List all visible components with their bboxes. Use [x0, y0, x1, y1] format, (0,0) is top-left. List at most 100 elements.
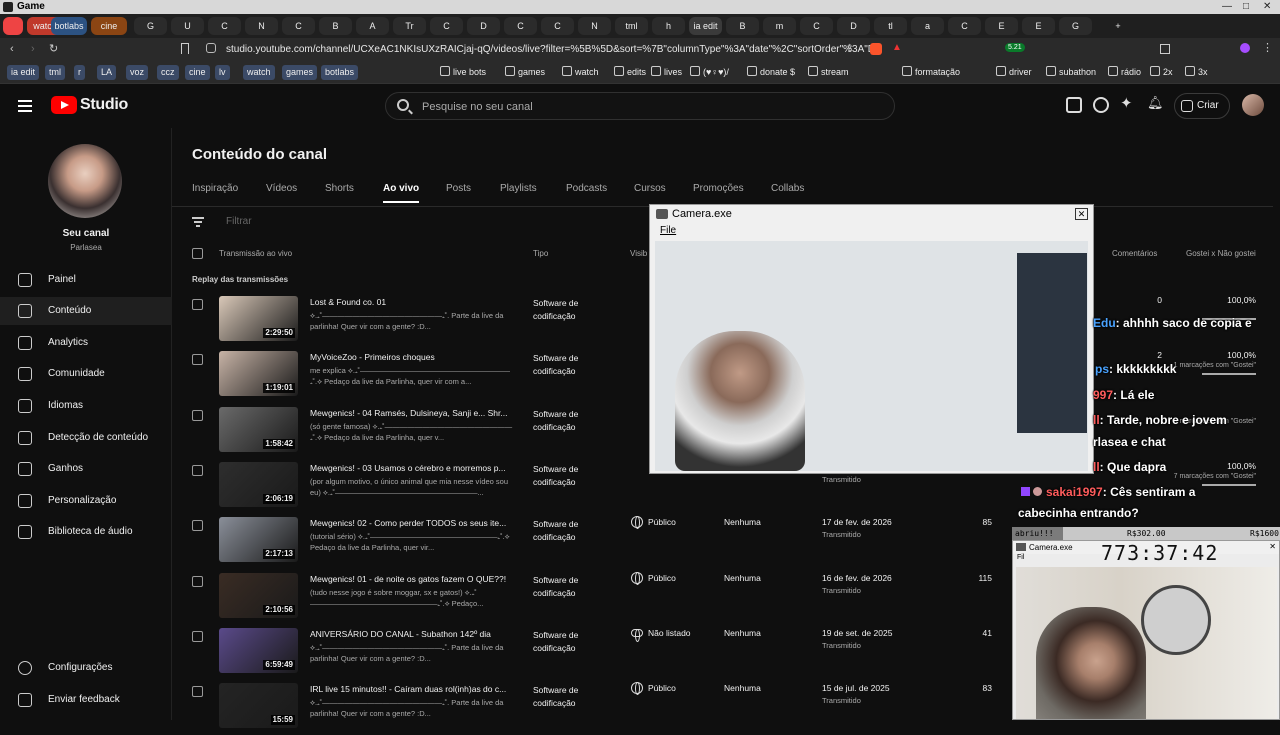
- filter-icon[interactable]: [192, 217, 204, 227]
- sidebar-item-dashboard[interactable]: Painel: [0, 266, 172, 294]
- video-thumbnail[interactable]: 15:59: [219, 683, 298, 729]
- tab-6[interactable]: Podcasts: [566, 183, 607, 194]
- bookmark-item[interactable]: driver: [996, 65, 1032, 80]
- menu-icon[interactable]: ⋮: [1262, 41, 1273, 54]
- create-button[interactable]: Criar: [1174, 93, 1230, 119]
- account-avatar[interactable]: [1242, 94, 1264, 116]
- bookmark-item[interactable]: 3x: [1185, 65, 1208, 80]
- sidebar-item-feedback[interactable]: Enviar feedback: [0, 686, 172, 714]
- video-thumbnail[interactable]: 1:58:42: [219, 406, 298, 452]
- reload-icon[interactable]: ↻: [49, 42, 58, 55]
- close-icon[interactable]: ✕: [1075, 208, 1088, 220]
- column-header-type[interactable]: Tipo: [533, 249, 548, 258]
- forward-icon[interactable]: ›: [31, 43, 35, 55]
- video-title[interactable]: Lost & Found co. 01: [310, 297, 515, 307]
- browser-tab[interactable]: C: [948, 17, 981, 35]
- browser-tab[interactable]: A: [356, 17, 389, 35]
- bookmark-icon[interactable]: [181, 43, 189, 54]
- browser-tab[interactable]: N: [578, 17, 611, 35]
- tab-0[interactable]: Inspiração: [192, 183, 238, 194]
- sidebar-item-subtitles[interactable]: Idiomas: [0, 392, 172, 420]
- video-thumbnail[interactable]: 1:19:01: [219, 351, 298, 397]
- bookmark-item[interactable]: donate $: [747, 65, 795, 80]
- column-header-comments[interactable]: Comentários: [1112, 249, 1157, 258]
- tab-8[interactable]: Promoções: [693, 183, 744, 194]
- browser-tab[interactable]: B: [726, 17, 759, 35]
- video-title[interactable]: Mewgenics! - 03 Usamos o cérebro e morre…: [310, 463, 515, 473]
- browser-tab[interactable]: C: [800, 17, 833, 35]
- bookmark-item[interactable]: lives: [651, 65, 682, 80]
- browser-tab[interactable]: E: [985, 17, 1018, 35]
- video-thumbnail[interactable]: 2:29:50: [219, 296, 298, 341]
- url-input[interactable]: studio.youtube.com/channel/UCXeAC1NKIsUX…: [226, 42, 881, 58]
- sidebar-item-settings[interactable]: Configurações: [0, 654, 172, 682]
- bookmark-item[interactable]: cine: [185, 65, 210, 80]
- video-title[interactable]: Mewgenics! 01 - de noite os gatos fazem …: [310, 574, 515, 584]
- tab-9[interactable]: Collabs: [771, 183, 804, 194]
- bookmark-item[interactable]: edits: [614, 65, 646, 80]
- row-checkbox[interactable]: [192, 575, 203, 587]
- browser-tab[interactable]: a: [911, 17, 944, 35]
- share-icon[interactable]: ⇪: [845, 42, 854, 55]
- bookmark-item[interactable]: stream: [808, 65, 849, 80]
- channel-avatar[interactable]: [48, 144, 122, 218]
- browser-tab[interactable]: h: [652, 17, 685, 35]
- browser-tab[interactable]: C: [541, 17, 574, 35]
- bookmark-item[interactable]: botlabs: [321, 65, 359, 80]
- bookmark-item[interactable]: 2x: [1150, 65, 1173, 80]
- comments-icon[interactable]: [1066, 97, 1082, 113]
- sidebar-item-content[interactable]: Conteúdo: [0, 297, 172, 325]
- row-checkbox[interactable]: [192, 630, 203, 642]
- bookmark-item[interactable]: formatação: [902, 65, 960, 80]
- browser-tab[interactable]: D: [467, 17, 500, 35]
- filter-input[interactable]: Filtrar: [226, 216, 252, 227]
- bookmark-item[interactable]: games: [282, 65, 318, 80]
- sidebar-item-analytics[interactable]: Analytics: [0, 329, 172, 357]
- maximize-button[interactable]: □: [1243, 1, 1249, 12]
- column-header-visibility[interactable]: Visib: [630, 249, 647, 258]
- row-checkbox[interactable]: [192, 464, 203, 476]
- bookmark-item[interactable]: lv: [215, 65, 230, 80]
- select-all-checkbox[interactable]: [192, 248, 203, 259]
- browser-tab[interactable]: E: [1022, 17, 1055, 35]
- tab-4[interactable]: Posts: [446, 183, 471, 194]
- bookmark-item[interactable]: rádio: [1108, 65, 1141, 80]
- row-checkbox[interactable]: [192, 520, 203, 532]
- row-checkbox[interactable]: [192, 299, 203, 310]
- search-input[interactable]: Pesquise no seu canal: [422, 101, 533, 113]
- video-title[interactable]: ANIVERSÁRIO DO CANAL - Subathon 142º dia: [310, 629, 515, 639]
- bookmark-item[interactable]: tml: [45, 65, 65, 80]
- close-window-button[interactable]: ✕: [1263, 1, 1271, 12]
- browser-tab[interactable]: tl: [874, 17, 907, 35]
- bookmark-item[interactable]: watch: [243, 65, 275, 80]
- youtube-logo-icon[interactable]: [51, 96, 77, 114]
- bookmark-item[interactable]: r: [74, 65, 85, 80]
- column-header-title[interactable]: Transmissão ao vivo: [219, 249, 292, 258]
- browser-tab[interactable]: tml: [615, 17, 648, 35]
- bookmark-item[interactable]: LA: [97, 65, 117, 80]
- bookmark-item[interactable]: ia edit: [7, 65, 40, 80]
- video-thumbnail[interactable]: 2:10:56: [219, 572, 298, 618]
- bookmark-item[interactable]: voz: [126, 65, 149, 80]
- browser-tab[interactable]: m: [763, 17, 796, 35]
- minimize-button[interactable]: —: [1222, 1, 1232, 12]
- browser-tab[interactable]: cine: [91, 17, 127, 35]
- camera-menu-file[interactable]: File: [660, 225, 676, 236]
- browser-tab[interactable]: N: [245, 17, 278, 35]
- video-title[interactable]: Mewgenics! - 04 Ramsés, Dulsineya, Sanji…: [310, 408, 515, 418]
- browser-tab[interactable]: [3, 17, 23, 35]
- bookmark-item[interactable]: live bots: [440, 65, 486, 80]
- tab-7[interactable]: Cursos: [634, 183, 666, 194]
- browser-tab[interactable]: C: [430, 17, 463, 35]
- camera-title-bar[interactable]: Camera.exe: [650, 205, 1093, 223]
- tab-1[interactable]: Vídeos: [266, 183, 297, 194]
- browser-tab[interactable]: Tr: [393, 17, 426, 35]
- back-icon[interactable]: ‹: [10, 43, 14, 55]
- video-thumbnail[interactable]: 2:17:13: [219, 517, 298, 563]
- video-visibility[interactable]: Não listado: [648, 628, 691, 638]
- video-thumbnail[interactable]: 2:06:19: [219, 461, 298, 507]
- bookmark-item[interactable]: ccz: [157, 65, 179, 80]
- bookmark-item[interactable]: games: [505, 65, 545, 80]
- row-checkbox[interactable]: [192, 409, 203, 421]
- browser-tab[interactable]: B: [319, 17, 352, 35]
